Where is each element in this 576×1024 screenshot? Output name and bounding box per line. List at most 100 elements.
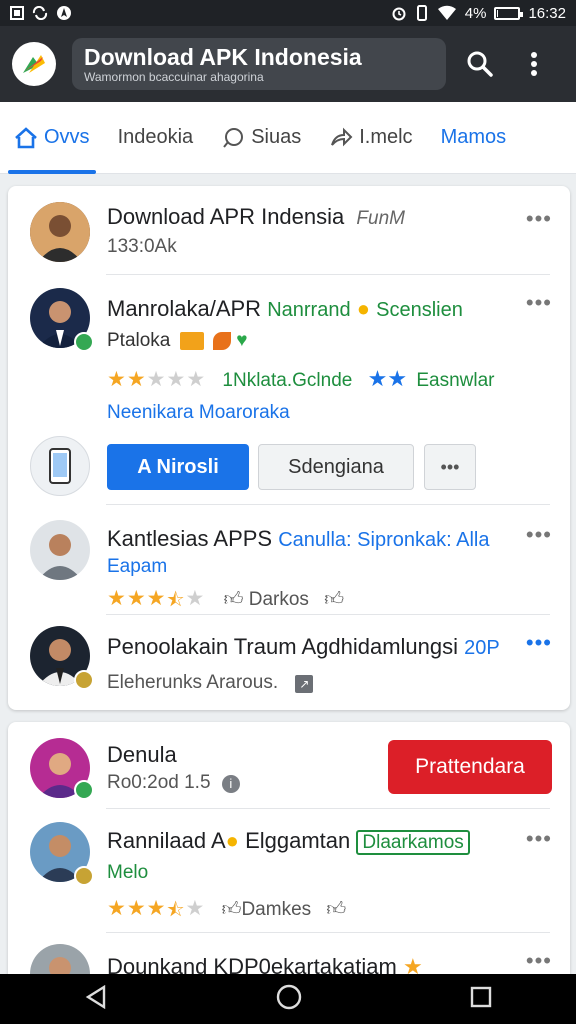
app-title: Download APK Indonesia [84, 44, 362, 70]
rating-row: ★ ★ ★ ⯪ ★ 👍︎Damkes 👍︎ [107, 896, 346, 928]
divider [106, 274, 550, 275]
tab-label: I.melc [359, 126, 413, 148]
install-button[interactable]: A Nirosli [107, 444, 249, 490]
star-pair-icon: ★★ [367, 366, 408, 391]
app-logo-icon[interactable] [12, 42, 56, 86]
search-box[interactable]: Download APK Indonesia Wamormon bcaccuin… [72, 38, 446, 90]
star-icon: ★ [126, 897, 146, 920]
item-title[interactable]: Denula [107, 742, 177, 768]
more-options-icon[interactable]: ••• [526, 630, 552, 656]
verified-badge-icon [74, 332, 94, 352]
item-title[interactable]: Manrolaka/APR Nanrrand ● Scenslien [107, 296, 463, 322]
divider [106, 614, 550, 615]
phone-icon [30, 436, 90, 496]
item-title[interactable]: Download APR Indensia FunM [107, 204, 405, 230]
more-vert-icon [531, 52, 537, 76]
back-icon [85, 984, 106, 1009]
more-options-icon[interactable]: ••• [526, 522, 552, 548]
item-title-blue: Canulla: Sipronkak: Alla [278, 529, 490, 551]
home-icon [15, 126, 37, 148]
image-icon [10, 6, 24, 20]
star-icon: ★ [185, 897, 205, 920]
rating-stars: ★ ★ ★ ⯪ ★ [107, 896, 204, 928]
system-nav-bar [0, 974, 576, 1024]
divider [106, 808, 550, 809]
battery-icon [494, 6, 524, 20]
verified-badge-icon [74, 866, 94, 886]
divider [106, 932, 550, 933]
more-button[interactable]: ••• [424, 444, 476, 490]
wifi-icon [437, 5, 457, 21]
tab-share[interactable]: I.melc [315, 102, 426, 174]
primary-action-button[interactable]: Prattendara [388, 740, 552, 794]
star-icon: ★ [186, 368, 206, 391]
star-icon: ★ [166, 368, 186, 391]
tab-bar: Ovvs Indeokia Siuas I.melc Mamos [0, 102, 576, 174]
more-options-icon[interactable]: ••• [526, 948, 552, 974]
item-title[interactable]: Rannilaad A● Elggamtan Dlaarkamos [107, 828, 470, 855]
vibrate-icon [415, 5, 429, 21]
item-subtitle: Ro0:2od 1.5 i [107, 772, 240, 794]
battery-percent: 4% [464, 4, 487, 22]
overflow-menu-button[interactable] [514, 44, 554, 84]
recents-icon [470, 986, 492, 1007]
smile-emoji-icon: ● [356, 296, 371, 321]
tab-label: Indeokia [117, 126, 194, 148]
tab-label: Mamos [440, 126, 507, 148]
app-bar: Download APK Indonesia Wamormon bcaccuin… [0, 26, 576, 102]
external-link-icon[interactable]: ↗ [295, 675, 314, 693]
rating-text: 1Nklata.Gclnde [222, 370, 353, 391]
item-title-extra: FunM [356, 208, 405, 229]
item-line2: Eleherunks Ararous. ↗ [107, 672, 314, 694]
status-bar: 4% 16:32 [0, 0, 576, 26]
item-title-green-2: Scenslien [376, 299, 463, 321]
app-subtitle: Wamormon bcaccuinar ahagorina [84, 70, 264, 84]
more-options-icon[interactable]: ••• [526, 826, 552, 852]
search-button[interactable] [460, 44, 500, 84]
search-icon [467, 51, 493, 77]
home-button[interactable] [276, 984, 302, 1015]
thumbs-up-icon[interactable]: 👍︎ [222, 899, 242, 920]
item-title-green: Nanrrand [267, 299, 351, 321]
star-icon: ★ [146, 368, 166, 391]
battery-fill [497, 9, 499, 17]
divider [106, 504, 550, 505]
home-circle-icon [276, 984, 302, 1009]
item-title-blue: 20P [464, 637, 500, 659]
recents-button[interactable] [470, 986, 492, 1013]
rating-text-2: Easnwlar [416, 370, 495, 391]
tab-mamos[interactable]: Mamos [427, 102, 521, 174]
like-label: Damkes [241, 899, 312, 920]
item-line4: Neenikara Moaroraka [107, 402, 290, 423]
tab-indeokia[interactable]: Indeokia [104, 102, 208, 174]
avatar[interactable] [30, 202, 90, 262]
thumbs-up-icon[interactable]: 👍︎ [326, 899, 346, 920]
rating-stars: ★ ★ ★ ★ ★ [107, 367, 205, 392]
secondary-button[interactable]: Sdengiana [258, 444, 414, 490]
thumbs-up-icon[interactable]: 👍︎ [224, 589, 244, 610]
tab-chat[interactable]: Siuas [207, 102, 315, 174]
avatar[interactable] [30, 520, 90, 580]
tag-chip[interactable]: Dlaarkamos [356, 830, 470, 855]
back-button[interactable] [84, 984, 108, 1014]
app-list-card: Denula Ro0:2od 1.5 i Prattendara Rannila… [8, 722, 570, 982]
item-title[interactable]: Penoolakain Traum Agdhidamlungsi 20P [107, 634, 500, 660]
sync-icon [32, 6, 48, 20]
more-options-icon[interactable]: ••• [526, 206, 552, 232]
item-line2: Ptaloka ♥ [107, 330, 248, 352]
star-icon: ★ [107, 368, 126, 391]
heart-icon: ♥ [236, 330, 248, 351]
tab-home[interactable]: Ovvs [0, 102, 104, 174]
chat-icon [223, 127, 244, 148]
item-title[interactable]: Kantlesias APPS Canulla: Sipronkak: Alla [107, 526, 489, 552]
item-line2: Melo [107, 862, 149, 883]
tab-label: Siuas [251, 126, 302, 148]
verified-badge-icon [74, 780, 94, 800]
star-icon: ★ [146, 897, 166, 920]
thumbs-up-icon[interactable]: 👍︎ [324, 589, 344, 610]
more-options-icon[interactable]: ••• [526, 290, 552, 316]
app-list-card: Download APR Indensia FunM 133:0Ak ••• M… [8, 186, 570, 710]
share-icon [331, 127, 353, 146]
info-icon[interactable]: i [221, 775, 240, 793]
clock: 16:32 [528, 4, 566, 22]
